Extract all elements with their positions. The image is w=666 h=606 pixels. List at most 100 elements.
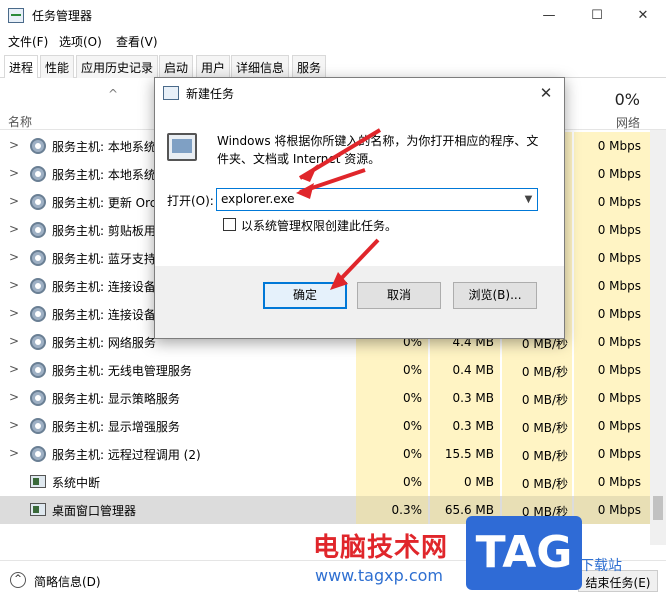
chevron-right-icon[interactable]: > <box>9 446 19 460</box>
cpu-cell: 0% <box>356 384 428 412</box>
process-name: 服务主机: 远程过程调用 (2) <box>52 448 201 462</box>
desktop-window-icon <box>30 503 46 516</box>
dialog-close-button[interactable]: ✕ <box>531 80 561 106</box>
tab-bar: 进程 性能 应用历史记录 启动 用户 详细信息 服务 <box>0 55 666 79</box>
chevron-right-icon[interactable]: > <box>9 362 19 376</box>
minimize-button[interactable]: — <box>526 0 572 31</box>
chevron-down-icon[interactable]: ▼ <box>520 189 537 210</box>
watermark-text: 电脑技术网 <box>313 533 449 563</box>
chevron-right-icon[interactable]: > <box>9 194 19 208</box>
gear-icon <box>30 222 46 238</box>
chevron-right-icon[interactable]: > <box>9 418 19 432</box>
network-cell: 0 Mbps <box>574 300 650 328</box>
process-name: 服务主机: 无线电管理服务 <box>52 364 192 378</box>
disk-cell: 0 MB/秒 <box>502 412 572 440</box>
vertical-scrollbar[interactable] <box>650 130 666 545</box>
process-name: 服务主机: 连接设备 <box>52 308 156 322</box>
disk-cell: 0 MB/秒 <box>502 356 572 384</box>
menu-options[interactable]: 选项(O) <box>59 33 102 50</box>
process-row[interactable]: > 服务主机: 显示策略服务 0% 0.3 MB 0 MB/秒 0 Mbps <box>0 384 650 412</box>
process-name: 服务主机: 本地系统 <box>52 140 156 154</box>
menu-view[interactable]: 查看(V) <box>116 33 158 50</box>
network-cell: 0 Mbps <box>574 496 650 524</box>
gear-icon <box>30 278 46 294</box>
open-label: 打开(O): <box>167 194 214 208</box>
network-cell: 0 Mbps <box>574 160 650 188</box>
process-name: 服务主机: 显示增强服务 <box>52 420 180 434</box>
column-header-network[interactable]: 网络 <box>600 114 640 131</box>
process-name: 服务主机: 更新 Orc <box>52 196 157 210</box>
menu-file[interactable]: 文件(F) <box>8 33 48 50</box>
cpu-cell: 0% <box>356 412 428 440</box>
process-row[interactable]: 系统中断 0% 0 MB 0 MB/秒 0 Mbps <box>0 468 650 496</box>
tab-details[interactable]: 详细信息 <box>231 55 290 78</box>
process-name: 服务主机: 连接设备 <box>52 280 156 294</box>
process-row[interactable]: > 服务主机: 显示增强服务 0% 0.3 MB 0 MB/秒 0 Mbps <box>0 412 650 440</box>
task-manager-icon <box>8 8 24 23</box>
watermark-url: www.tagxp.com <box>315 566 443 585</box>
disk-cell: 0 MB/秒 <box>502 440 572 468</box>
brief-info-link[interactable]: 简略信息(D) <box>34 573 101 590</box>
process-name: 服务主机: 本地系统 <box>52 168 156 182</box>
sort-arrow-icon[interactable]: ^ <box>108 87 118 101</box>
tab-startup[interactable]: 启动 <box>159 55 194 78</box>
close-button[interactable]: ✕ <box>620 0 666 31</box>
chevron-right-icon[interactable]: > <box>9 250 19 264</box>
memory-cell: 0.3 MB <box>430 384 500 412</box>
chevron-right-icon[interactable]: > <box>9 278 19 292</box>
chevron-right-icon[interactable]: > <box>9 222 19 236</box>
memory-cell: 0.3 MB <box>430 412 500 440</box>
cancel-button[interactable]: 取消 <box>357 282 441 309</box>
open-input[interactable]: explorer.exe <box>216 188 538 211</box>
cpu-cell: 0% <box>356 468 428 496</box>
gear-icon <box>30 166 46 182</box>
dialog-title: 新建任务 <box>186 87 235 101</box>
network-cell: 0 Mbps <box>574 244 650 272</box>
admin-checkbox-label[interactable]: 以系统管理权限创建此任务。 <box>241 217 397 234</box>
memory-cell: 0.4 MB <box>430 356 500 384</box>
chevron-up-icon[interactable]: ^ <box>10 572 26 588</box>
menu-bar: 文件(F) 选项(O) 查看(V) <box>0 31 666 51</box>
admin-checkbox[interactable] <box>223 218 236 231</box>
new-task-dialog: 新建任务 ✕ Windows 将根据你所键入的名称，为你打开相应的程序、文件夹、… <box>154 77 565 339</box>
tab-users[interactable]: 用户 <box>196 55 231 78</box>
process-row[interactable]: > 服务主机: 无线电管理服务 0% 0.4 MB 0 MB/秒 0 Mbps <box>0 356 650 384</box>
cpu-cell: 0% <box>356 356 428 384</box>
tab-app-history[interactable]: 应用历史记录 <box>76 55 159 78</box>
gear-icon <box>30 390 46 406</box>
network-cell: 0 Mbps <box>574 468 650 496</box>
gear-icon <box>30 306 46 322</box>
chevron-right-icon[interactable]: > <box>9 166 19 180</box>
network-cell: 0 Mbps <box>574 328 650 356</box>
gear-icon <box>30 138 46 154</box>
cpu-cell: 0% <box>356 440 428 468</box>
maximize-button[interactable]: ☐ <box>574 0 620 31</box>
ok-button[interactable]: 确定 <box>263 282 347 309</box>
watermark-logo: TAG <box>466 516 582 590</box>
network-cell: 0 Mbps <box>574 188 650 216</box>
network-cell: 0 Mbps <box>574 216 650 244</box>
chevron-right-icon[interactable]: > <box>9 306 19 320</box>
chevron-right-icon[interactable]: > <box>9 334 19 348</box>
gear-icon <box>30 194 46 210</box>
memory-cell: 0 MB <box>430 468 500 496</box>
network-cell: 0 Mbps <box>574 272 650 300</box>
column-header-name[interactable]: 名称 <box>8 113 32 130</box>
memory-cell: 15.5 MB <box>430 440 500 468</box>
dialog-description: Windows 将根据你所键入的名称，为你打开相应的程序、文件夹、文档或 Int… <box>217 134 539 166</box>
network-cell: 0 Mbps <box>574 132 650 160</box>
gear-icon <box>30 250 46 266</box>
tab-services[interactable]: 服务 <box>292 55 327 78</box>
chevron-right-icon[interactable]: > <box>9 390 19 404</box>
network-cell: 0 Mbps <box>574 356 650 384</box>
tab-performance[interactable]: 性能 <box>40 55 75 78</box>
tab-processes[interactable]: 进程 <box>4 55 39 79</box>
process-name: 服务主机: 蓝牙支持 <box>52 252 156 266</box>
process-row[interactable]: > 服务主机: 远程过程调用 (2) 0% 15.5 MB 0 MB/秒 0 Mbps <box>0 440 650 468</box>
disk-cell: 0 MB/秒 <box>502 384 572 412</box>
browse-button[interactable]: 浏览(B)... <box>453 282 537 309</box>
gear-icon <box>30 334 46 350</box>
scrollbar-thumb[interactable] <box>653 496 663 520</box>
chevron-right-icon[interactable]: > <box>9 138 19 152</box>
run-program-icon <box>167 133 197 161</box>
